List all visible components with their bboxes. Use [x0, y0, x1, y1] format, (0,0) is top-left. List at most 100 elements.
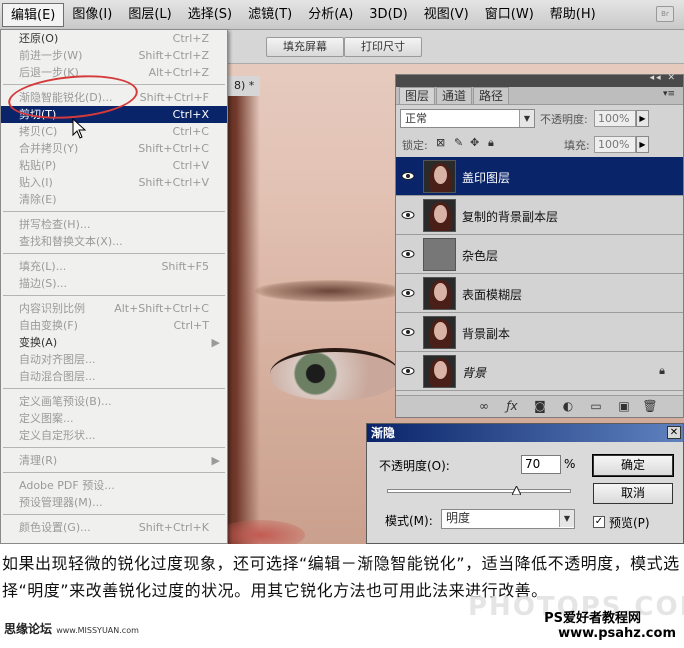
lock-all-icon[interactable]: 🔒︎ [488, 136, 494, 150]
edit-menu-item[interactable]: 定义图案... [1, 410, 227, 427]
tab-paths[interactable]: 路径 [473, 87, 510, 104]
panel-menu-icon[interactable]: ▾≡ [663, 89, 675, 99]
edit-menu-item[interactable]: 拼写检查(H)... [1, 216, 227, 233]
cursor-icon [72, 118, 87, 139]
trash-icon[interactable]: 🗑︎ [642, 399, 658, 413]
eye-icon[interactable] [401, 364, 415, 378]
edit-menu-item[interactable]: Adobe PDF 预设... [1, 477, 227, 494]
edit-menu-item[interactable]: 变换(A) ▶ [1, 334, 227, 351]
opacity-slider-track[interactable] [387, 489, 571, 493]
edit-menu-item[interactable]: 自由变换(F) Ctrl+T [1, 317, 227, 334]
layer-row[interactable]: 杂色层 [396, 235, 683, 274]
fill-field[interactable]: 100% [594, 136, 636, 153]
adjustment-icon[interactable]: ◐ [560, 399, 576, 413]
edit-menu-item[interactable]: 定义自定形状... [1, 427, 227, 444]
lock-transparent-icon[interactable]: ⊠ [436, 136, 445, 149]
layer-thumbnail[interactable] [423, 277, 456, 310]
print-size-button[interactable]: 打印尺寸 [344, 37, 422, 57]
menu-3d[interactable]: 3D(D) [361, 3, 415, 27]
edit-menu-item[interactable]: 自动混合图层... [1, 368, 227, 385]
link-icon[interactable]: ∞ [476, 399, 492, 413]
watermark-right-url: www.psahz.com [558, 626, 676, 641]
edit-menu-item[interactable]: 定义画笔预设(B)... [1, 393, 227, 410]
menu-edit[interactable]: 编辑(E) [2, 2, 65, 27]
cancel-button[interactable]: 取消 [593, 483, 673, 504]
edit-menu-item[interactable]: 合并拷贝(Y) Shift+Ctrl+C [1, 140, 227, 157]
tab-channels[interactable]: 通道 [436, 87, 473, 104]
fill-screen-button[interactable]: 填充屏幕 [266, 37, 344, 57]
panel-titlebar[interactable]: ◂◂ ✕ [396, 73, 683, 87]
menu-item-shortcut: Shift+F5 [161, 260, 209, 273]
opacity-field[interactable]: 100% [594, 110, 636, 127]
fade-opacity-input[interactable]: 70 [521, 455, 561, 474]
edit-menu-item[interactable]: 前进一步(W) Shift+Ctrl+Z [1, 47, 227, 64]
layer-row[interactable]: 复制的背景副本层 [396, 196, 683, 235]
thumb-face [434, 361, 447, 379]
mask-icon[interactable]: ◙ [532, 399, 548, 413]
fade-opacity-label: 不透明度(O): [379, 459, 450, 473]
menu-item-label: 定义自定形状... [19, 429, 96, 442]
dialog-titlebar[interactable]: 渐隐 ✕ [367, 424, 683, 442]
eye-icon[interactable] [401, 208, 415, 222]
edit-menu-item[interactable]: 内容识别比例 Alt+Shift+Ctrl+C [1, 300, 227, 317]
thumb-face [434, 166, 447, 184]
tab-layers[interactable]: 图层 [399, 87, 436, 104]
menu-item-shortcut: Shift+Ctrl+V [138, 176, 209, 189]
layer-row[interactable]: 表面模糊层 [396, 274, 683, 313]
edit-menu-item[interactable]: 清除(E) [1, 191, 227, 208]
menu-item-shortcut: Ctrl+Z [172, 32, 209, 45]
collapse-icon[interactable]: ◂◂ ✕ [650, 73, 677, 83]
edit-menu-item[interactable]: 预设管理器(M)... [1, 494, 227, 511]
menu-image[interactable]: 图像(I) [64, 3, 120, 27]
lock-move-icon[interactable]: ✥ [470, 136, 479, 149]
opacity-arrow-button[interactable]: ▶ [636, 110, 649, 127]
eye-icon[interactable] [401, 325, 415, 339]
new-layer-icon[interactable]: ▣ [616, 399, 632, 413]
layer-row[interactable]: 背景 🔒︎ [396, 352, 683, 391]
eye-icon[interactable] [401, 169, 415, 183]
menu-view[interactable]: 视图(V) [416, 3, 477, 27]
menu-separator [3, 514, 225, 515]
layer-thumbnail[interactable] [423, 199, 456, 232]
layer-thumbnail[interactable] [423, 238, 456, 271]
edit-menu-item[interactable]: 粘贴(P) Ctrl+V [1, 157, 227, 174]
eye-icon[interactable] [401, 247, 415, 261]
edit-menu-item[interactable]: 自动对齐图层... [1, 351, 227, 368]
layer-thumbnail[interactable] [423, 355, 456, 388]
layer-name: 盖印图层 [462, 171, 511, 185]
menu-layer[interactable]: 图层(L) [120, 3, 179, 27]
edit-menu-item[interactable]: 贴入(I) Shift+Ctrl+V [1, 174, 227, 191]
layer-thumbnail[interactable] [423, 160, 456, 193]
edit-menu-item[interactable]: 查找和替换文本(X)... [1, 233, 227, 250]
thumb-face [434, 322, 447, 340]
mode-select[interactable]: 明度 ▼ [441, 509, 575, 529]
edit-menu-item[interactable]: 描边(S)... [1, 275, 227, 292]
edit-menu-item[interactable]: 拷贝(C) Ctrl+C [1, 123, 227, 140]
edit-menu-item[interactable]: 颜色设置(G)... Shift+Ctrl+K [1, 519, 227, 536]
blend-mode-select[interactable]: 正常 ▼ [400, 109, 535, 128]
layer-row[interactable]: 背景副本 [396, 313, 683, 352]
edit-menu-item[interactable]: 还原(O) Ctrl+Z [1, 30, 227, 47]
folder-icon[interactable]: ▭ [588, 399, 604, 413]
edit-menu-item[interactable]: 填充(L)... Shift+F5 [1, 258, 227, 275]
fx-icon[interactable]: ƒx [504, 399, 520, 413]
close-icon[interactable]: ✕ [667, 426, 681, 439]
menu-help[interactable]: 帮助(H) [542, 3, 604, 27]
edit-menu-item[interactable]: 清理(R) ▶ [1, 452, 227, 469]
ok-button[interactable]: 确定 [592, 454, 674, 477]
opacity-slider-thumb[interactable] [511, 486, 521, 495]
menu-select[interactable]: 选择(S) [180, 3, 240, 27]
lock-label: 锁定: [402, 139, 428, 152]
document-tab[interactable]: 8) * [228, 76, 261, 96]
layer-row[interactable]: 盖印图层 [396, 157, 683, 196]
fill-arrow-button[interactable]: ▶ [636, 136, 649, 153]
bridge-button[interactable]: Br [656, 6, 674, 22]
menu-analysis[interactable]: 分析(A) [300, 3, 361, 27]
menu-filter[interactable]: 滤镜(T) [240, 3, 300, 27]
menu-window[interactable]: 窗口(W) [477, 3, 542, 27]
lock-brush-icon[interactable]: ✎ [454, 136, 463, 149]
eye-icon[interactable] [401, 286, 415, 300]
preview-checkbox[interactable]: ✓ [593, 516, 605, 528]
layer-name: 复制的背景副本层 [462, 210, 559, 224]
layer-thumbnail[interactable] [423, 316, 456, 349]
